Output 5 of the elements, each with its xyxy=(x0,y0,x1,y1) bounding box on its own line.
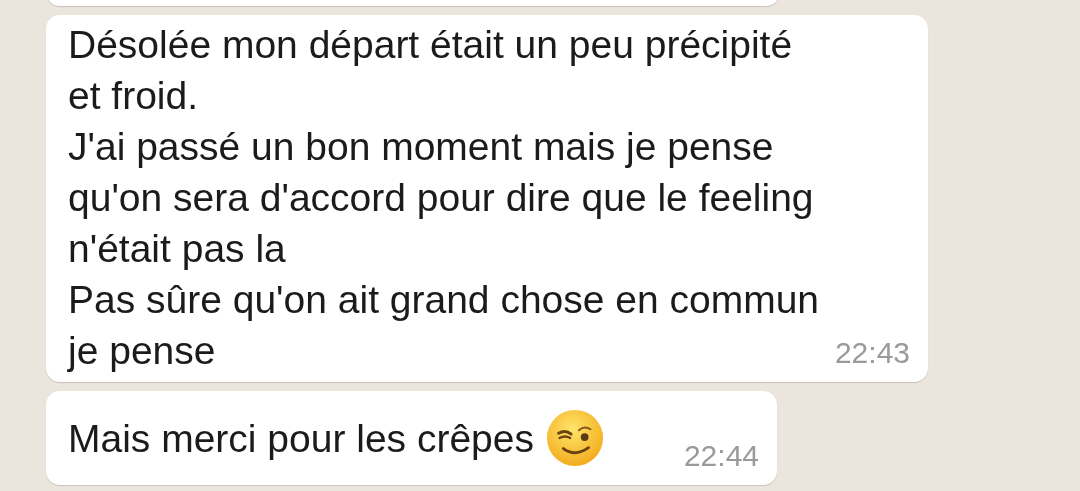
message-text: Mais merci pour les crêpes xyxy=(68,418,534,458)
message-time: 22:44 xyxy=(683,441,759,471)
wink-face-icon xyxy=(546,409,604,467)
message-time: 22:43 xyxy=(834,338,910,368)
message-text: Désolée mon départ était un peu précipité et froid. J'ai passé un bon moment mais je pense qu'on sera d'accord pour dire que le feeling n'était pas la Pas sûre qu'on ait grand chose en commun je pense xyxy=(68,22,820,374)
